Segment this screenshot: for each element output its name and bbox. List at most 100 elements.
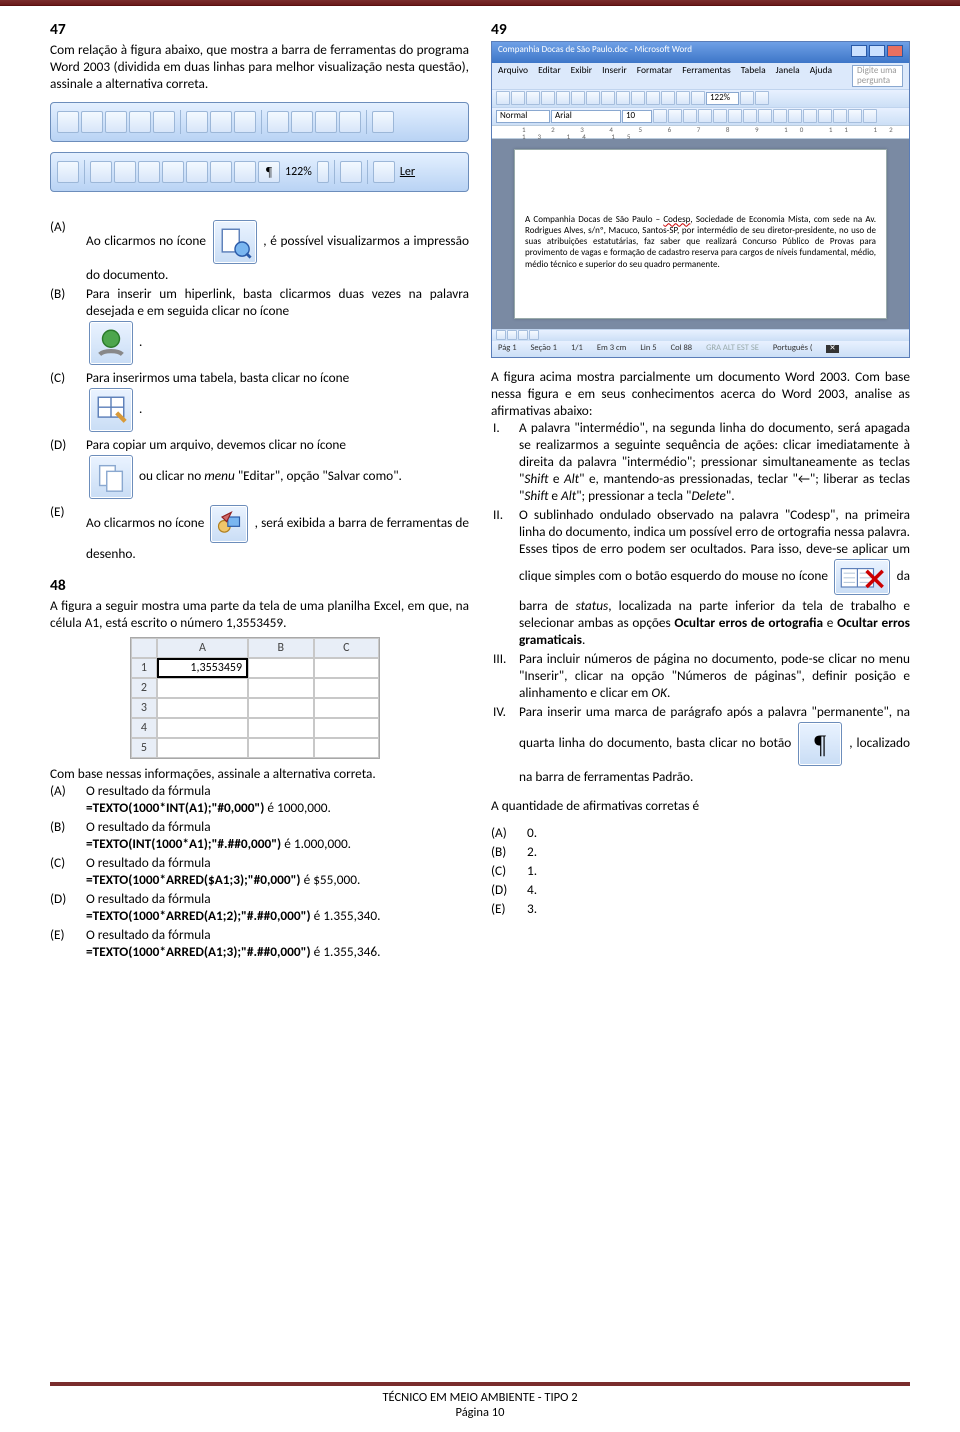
q49-option-c: (C)1. [491, 862, 910, 879]
q48-option-d: (D)O resultado da fórmula=TEXTO(1000*ARR… [50, 890, 469, 924]
q47c-pre: Para inserirmos uma tabela, basta clicar… [86, 369, 349, 386]
q49-intro: A figura acima mostra parcialmente um do… [491, 368, 910, 419]
q49-number: 49 [491, 20, 910, 39]
copy-icon [291, 111, 313, 133]
redo-icon [57, 161, 79, 183]
excel-icon [162, 161, 184, 183]
doc-map-icon [234, 161, 256, 183]
read-label: Ler [397, 165, 418, 179]
numbering-icon [773, 109, 787, 123]
q47-option-b: (B) Para inserir um hiperlink, basta cli… [50, 285, 469, 367]
excel-figure: A B C 1 1,3553459 2 3 4 5 [130, 637, 380, 759]
print-preview-large-icon [213, 220, 257, 264]
q47d-menu: menu [204, 467, 235, 484]
label-a: (A) [50, 218, 80, 283]
label-c: (C) [50, 369, 80, 434]
tb-cut-icon [586, 91, 600, 105]
label-e: (E) [50, 503, 80, 562]
q47-option-d: (D) Para copiar um arquivo, devemos clic… [50, 436, 469, 501]
tables-borders-icon [114, 161, 136, 183]
label-b: (B) [50, 285, 80, 367]
hyperlink-icon [90, 161, 112, 183]
q48-lead: Com base nessas informações, assinale a … [50, 765, 469, 782]
italic-icon [668, 109, 682, 123]
align-center-icon [713, 109, 727, 123]
bold-icon [653, 109, 667, 123]
left-column: 47 Com relação à figura abaixo, que most… [50, 20, 469, 970]
font-color-icon [863, 109, 877, 123]
tb-pilcrow-icon [691, 91, 705, 105]
hyperlink-large-icon [89, 321, 133, 365]
tb-link-icon [661, 91, 675, 105]
word-toolbar-row1 [50, 102, 469, 142]
help-search: Digite uma pergunta [852, 65, 903, 87]
bullets-icon [788, 109, 802, 123]
q47d-mid: ou clicar no [139, 467, 204, 484]
q47d-mid2: "Editar", opção "Salvar como". [238, 467, 402, 484]
borders-icon [833, 109, 847, 123]
q48-option-b: (B)O resultado da fórmula=TEXTO(INT(1000… [50, 818, 469, 852]
print-preview-icon [186, 111, 208, 133]
paste-icon [315, 111, 337, 133]
view-outline-icon [529, 330, 539, 340]
q48-stem: A figura a seguir mostra uma parte da te… [50, 597, 469, 631]
columns-icon [186, 161, 208, 183]
codesp-word: Codesp [663, 214, 690, 225]
word-titlebar: Companhia Docas de São Paulo.doc - Micro… [492, 42, 909, 63]
page-body: 47 Com relação à figura abaixo, que most… [0, 6, 960, 970]
style-select: Normal [496, 110, 550, 123]
tb-help-icon [740, 91, 754, 105]
view-print-icon [518, 330, 528, 340]
q49-ask: A quantidade de afirmativas corretas é [491, 797, 910, 814]
word-title: Companhia Docas de São Paulo.doc - Micro… [498, 45, 692, 60]
word-ruler: 1 2 3 4 5 6 7 8 9 10 11 12 13 14 15 [492, 125, 909, 139]
word-fmt-toolbar: Normal Arial 10 [492, 107, 909, 125]
minimize-icon [851, 45, 867, 57]
word-document: A Companhia Docas de São Paulo – Codesp,… [514, 149, 887, 319]
tb-zoom: 122% [706, 92, 739, 105]
permission-icon [129, 111, 151, 133]
justify-icon [743, 109, 757, 123]
q49-item-ii: II. O sublinhado ondulado observado na p… [493, 506, 910, 648]
align-right-icon [728, 109, 742, 123]
q47-option-e: (E) Ao clicarmos no ícone , será exibida… [50, 503, 469, 562]
q48-option-a: (A)O resultado da fórmula=TEXTO(1000*INT… [50, 782, 469, 816]
indent-icon [818, 109, 832, 123]
spelling-icon [210, 111, 232, 133]
underline-icon [683, 109, 697, 123]
read-icon [373, 161, 395, 183]
tb-spell-icon [571, 91, 585, 105]
research-icon [234, 111, 256, 133]
question-48: 48 A figura a seguir mostra uma parte da… [50, 576, 469, 960]
excel-col-c: C [314, 638, 379, 658]
tb-new-icon [496, 91, 510, 105]
q48-number: 48 [50, 576, 469, 595]
spellcheck-status-icon: ✕ [826, 345, 838, 353]
insert-table-icon [138, 161, 160, 183]
tables-borders-large-icon [89, 388, 133, 432]
q49-option-b: (B)2. [491, 843, 910, 860]
word-toolbar-row2: ¶ 122% Ler [50, 152, 469, 192]
excel-col-a: A [157, 638, 248, 658]
align-left-icon [698, 109, 712, 123]
q49-option-a: (A)0. [491, 824, 910, 841]
q47-option-a: (A) Ao clicarmos no ícone , é possível v… [50, 218, 469, 283]
spellcheck-status-large-icon [834, 559, 890, 595]
pilcrow-icon: ¶ [258, 161, 280, 183]
word-menubar: Arquivo Editar Exibir Inserir Formatar F… [492, 63, 909, 89]
excel-row-5: 5 [131, 738, 157, 758]
line-spacing-icon [758, 109, 772, 123]
drawing-icon [210, 161, 232, 183]
tb-preview-icon [556, 91, 570, 105]
cut-icon [267, 111, 289, 133]
q47c-post: . [139, 400, 142, 417]
pilcrow-button-icon: ¶ [798, 722, 842, 766]
word-std-toolbar: 122% [492, 89, 909, 107]
excel-a1: 1,3553459 [157, 658, 248, 678]
footer-line1: TÉCNICO EM MEIO AMBIENTE - TIPO 2 [0, 1390, 960, 1405]
tb-print-icon [541, 91, 555, 105]
excel-row-4: 4 [131, 718, 157, 738]
q47e-pre: Ao clicarmos no ícone [86, 514, 207, 531]
print-icon [153, 111, 175, 133]
q49-item-iii: III. Para incluir números de página no d… [493, 650, 910, 701]
